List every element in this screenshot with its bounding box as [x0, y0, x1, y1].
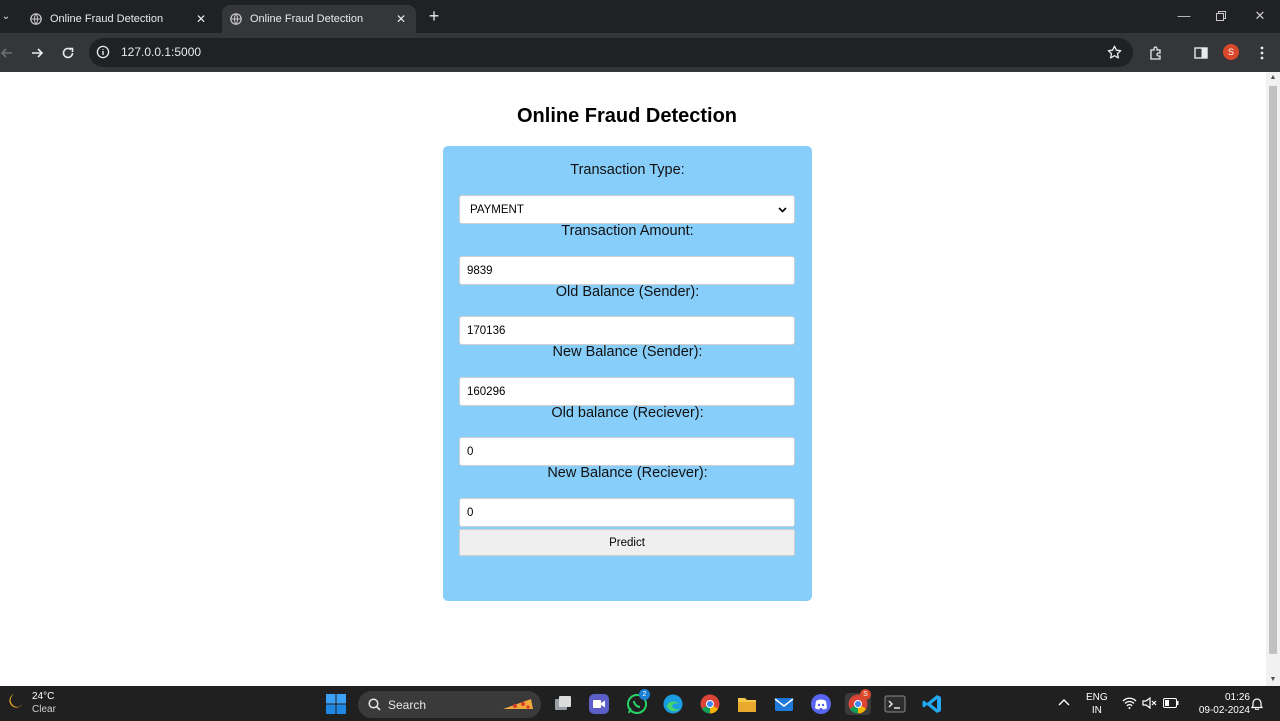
close-tab-icon[interactable]: ✕: [194, 12, 208, 26]
whatsapp-badge: 2: [639, 689, 650, 700]
moon-icon: [6, 692, 24, 715]
close-tab-icon[interactable]: ✕: [394, 12, 408, 26]
taskbar-search[interactable]: Search: [358, 691, 541, 718]
windows-taskbar: 24°C Clear Search 2 S ENG IN 01:26 09-02…: [0, 686, 1280, 721]
tab-strip: ⌄ Online Fraud Detection ✕ Online Fraud …: [0, 0, 1280, 33]
profile-avatar[interactable]: S: [1223, 44, 1239, 60]
old-balance-receiver-value: 0: [467, 445, 474, 458]
language-indicator[interactable]: ENG IN: [1086, 691, 1108, 717]
wifi-icon[interactable]: [1122, 697, 1137, 713]
menu-kebab-icon[interactable]: [1252, 43, 1272, 63]
notification-bell-icon[interactable]: [1250, 697, 1264, 714]
extensions-icon[interactable]: [1146, 43, 1166, 63]
mail-icon[interactable]: [773, 693, 795, 715]
old-balance-receiver-label: Old balance (Reciever):: [551, 405, 704, 421]
scrollbar-thumb[interactable]: [1269, 86, 1277, 654]
forward-icon[interactable]: [27, 43, 47, 63]
clock[interactable]: 01:26 09-02-2024: [1188, 691, 1250, 717]
chevron-down-icon: [778, 204, 787, 216]
chrome-profile-badge: S: [860, 689, 871, 700]
url-text: 127.0.0.1:5000: [121, 45, 202, 59]
new-balance-receiver-input[interactable]: 0: [459, 498, 795, 527]
chrome-icon[interactable]: [699, 693, 721, 715]
volume-muted-icon[interactable]: [1142, 696, 1158, 713]
transaction-type-label: Transaction Type:: [570, 162, 685, 178]
old-balance-sender-label: Old Balance (Sender):: [555, 284, 700, 300]
chrome-active-icon[interactable]: S: [845, 689, 871, 715]
file-explorer-icon[interactable]: [736, 693, 758, 715]
page-scrollbar[interactable]: ▲ ▼: [1266, 72, 1280, 686]
old-balance-sender-input[interactable]: 170136: [459, 316, 795, 345]
predict-button[interactable]: Predict: [459, 529, 795, 556]
tab-1[interactable]: Online Fraud Detection ✕: [22, 5, 216, 33]
edge-icon[interactable]: [662, 693, 684, 715]
new-tab-button[interactable]: +: [424, 6, 444, 26]
tab-2[interactable]: Online Fraud Detection ✕: [222, 5, 416, 33]
new-balance-receiver-value: 0: [467, 506, 474, 519]
transaction-amount-input[interactable]: 9839: [459, 256, 795, 285]
scroll-up-icon[interactable]: ▲: [1269, 74, 1277, 82]
transaction-amount-value: 9839: [467, 264, 493, 277]
weather-description: Clear: [32, 704, 56, 715]
transaction-amount-label: Transaction Amount:: [561, 223, 694, 239]
old-balance-receiver-input[interactable]: 0: [459, 437, 795, 466]
search-label: Search: [388, 697, 427, 712]
globe-icon: [230, 13, 242, 25]
reload-icon[interactable]: [58, 43, 78, 63]
site-info-icon[interactable]: [96, 45, 110, 59]
new-balance-sender-value: 160296: [467, 385, 506, 398]
terminal-icon[interactable]: [884, 693, 906, 715]
side-panel-icon[interactable]: [1191, 43, 1211, 63]
new-balance-sender-label: New Balance (Sender):: [552, 344, 703, 360]
new-balance-sender-input[interactable]: 160296: [459, 377, 795, 406]
old-balance-sender-value: 170136: [467, 324, 506, 337]
tab-title: Online Fraud Detection: [250, 13, 364, 25]
weather-widget[interactable]: 24°C Clear: [6, 690, 56, 716]
weather-temperature: 24°C: [32, 691, 55, 702]
whatsapp-icon[interactable]: 2: [626, 689, 650, 715]
transaction-type-value: PAYMENT: [470, 203, 524, 216]
search-icon: [368, 698, 381, 711]
restore-icon[interactable]: [1210, 6, 1232, 26]
transaction-type-select[interactable]: PAYMENT: [459, 195, 795, 224]
minimize-icon[interactable]: —: [1173, 6, 1195, 26]
discord-icon[interactable]: [810, 693, 832, 715]
video-app-icon[interactable]: [588, 693, 610, 715]
scroll-down-icon[interactable]: ▼: [1269, 676, 1277, 684]
pizza-icon: [501, 695, 535, 716]
address-bar[interactable]: 127.0.0.1:5000: [89, 38, 1133, 67]
battery-icon[interactable]: [1163, 698, 1179, 712]
back-icon[interactable]: [0, 43, 17, 63]
clock-time: 01:26: [1224, 692, 1250, 703]
prediction-form: Transaction Type: PAYMENT Transaction Am…: [443, 146, 812, 601]
tab-search-icon[interactable]: ⌄: [0, 7, 12, 25]
show-hidden-icons[interactable]: [1058, 697, 1070, 710]
page-title: Online Fraud Detection: [516, 105, 738, 127]
tab-title: Online Fraud Detection: [50, 13, 164, 25]
clock-date: 09-02-2024: [1198, 705, 1250, 716]
page-viewport: Online Fraud Detection Transaction Type:…: [0, 72, 1266, 686]
browser-toolbar: 127.0.0.1:5000 S: [0, 33, 1280, 72]
windows-start-icon[interactable]: [325, 693, 347, 715]
task-view-icon[interactable]: [552, 693, 574, 715]
globe-icon: [30, 13, 42, 25]
vscode-icon[interactable]: [921, 693, 943, 715]
close-window-icon[interactable]: ✕: [1249, 6, 1271, 26]
bookmark-star-icon[interactable]: [1107, 45, 1122, 65]
language-code: ENG: [1086, 692, 1108, 703]
new-balance-receiver-label: New Balance (Reciever):: [547, 465, 708, 481]
language-region: IN: [1091, 705, 1102, 716]
